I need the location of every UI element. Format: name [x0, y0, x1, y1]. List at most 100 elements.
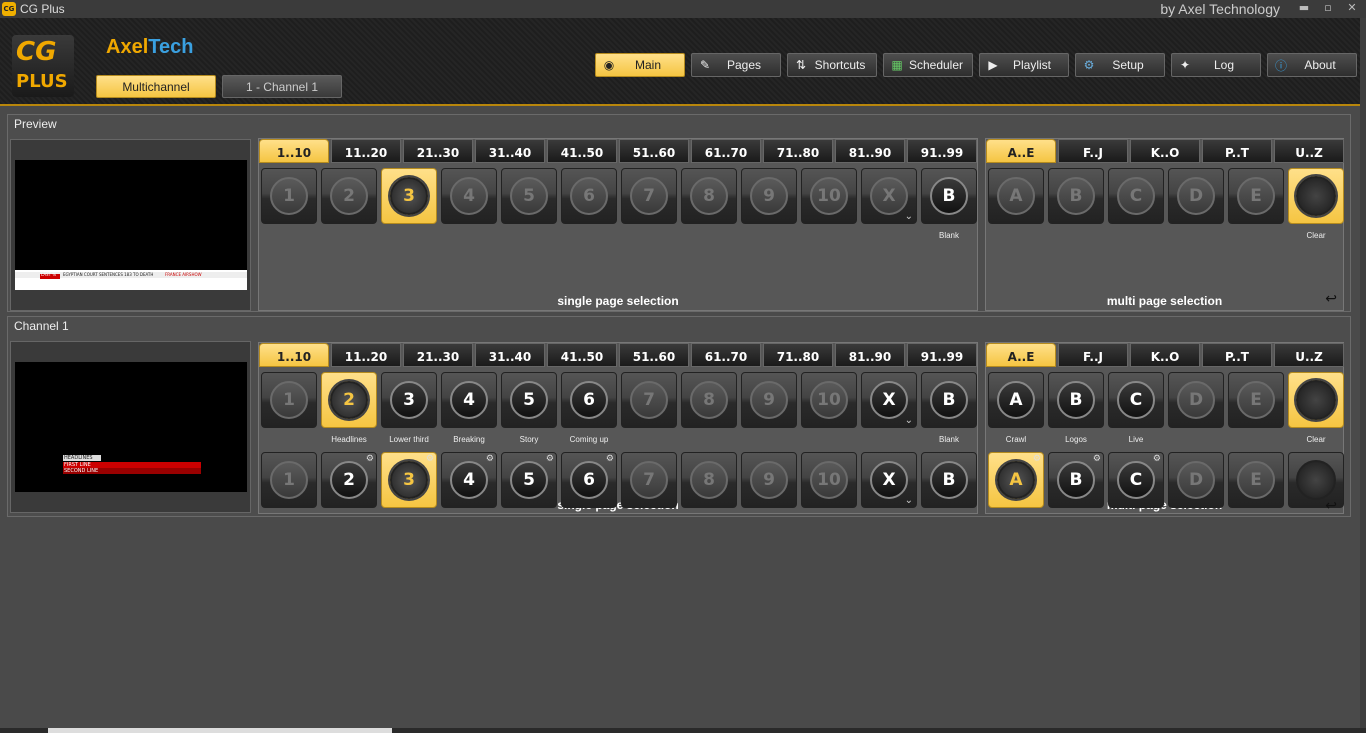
- back-arrow-icon[interactable]: ↩: [1325, 291, 1337, 307]
- page-key-10[interactable]: 10: [801, 372, 857, 428]
- page-key-8[interactable]: 8: [681, 168, 737, 224]
- page-key-7[interactable]: 7: [621, 372, 677, 428]
- page-key-1[interactable]: 1: [261, 372, 317, 428]
- page-key-d[interactable]: D: [1168, 452, 1224, 508]
- page-key-9[interactable]: 9: [741, 372, 797, 428]
- tab-51--60[interactable]: 51..60: [619, 343, 689, 367]
- tab-71--80[interactable]: 71..80: [763, 139, 833, 163]
- nav-playlist-button[interactable]: ▶ Playlist: [979, 53, 1069, 77]
- tab-91--99[interactable]: 91..99: [907, 343, 977, 367]
- tab-61--70[interactable]: 61..70: [691, 139, 761, 163]
- tab-k--o[interactable]: K..O: [1130, 343, 1200, 367]
- tab-21--30[interactable]: 21..30: [403, 343, 473, 367]
- page-key-d[interactable]: D: [1168, 372, 1224, 428]
- tab-u--z[interactable]: U..Z: [1274, 139, 1344, 163]
- horizontal-scrollbar[interactable]: [0, 728, 1366, 733]
- page-key-6[interactable]: 6: [561, 168, 617, 224]
- page-key-e[interactable]: E: [1228, 452, 1284, 508]
- page-key-b[interactable]: B: [921, 452, 977, 508]
- tab-81--90[interactable]: 81..90: [835, 139, 905, 163]
- tab-channel-1[interactable]: 1 - Channel 1: [222, 75, 342, 98]
- page-key-b[interactable]: B ⚙: [1048, 452, 1104, 508]
- tab-41--50[interactable]: 41..50: [547, 139, 617, 163]
- tab-51--60[interactable]: 51..60: [619, 139, 689, 163]
- tab-f--j[interactable]: F..J: [1058, 139, 1128, 163]
- page-key-7[interactable]: 7: [621, 168, 677, 224]
- page-key-2[interactable]: 2: [321, 168, 377, 224]
- page-key-3[interactable]: 3: [381, 168, 437, 224]
- nav-shortcuts-button[interactable]: ⇅ Shortcuts: [787, 53, 877, 77]
- tab-61--70[interactable]: 61..70: [691, 343, 761, 367]
- page-key-b[interactable]: B: [1048, 168, 1104, 224]
- close-button[interactable]: ✕: [1344, 0, 1360, 16]
- page-key-8[interactable]: 8: [681, 452, 737, 508]
- tab-31--40[interactable]: 31..40: [475, 343, 545, 367]
- page-key-4[interactable]: 4: [441, 372, 497, 428]
- vertical-scrollbar[interactable]: [1360, 18, 1366, 728]
- page-key-1[interactable]: 1: [261, 452, 317, 508]
- tab-1--10[interactable]: 1..10: [259, 343, 329, 367]
- page-key-9[interactable]: 9: [741, 168, 797, 224]
- page-key-6[interactable]: 6: [561, 372, 617, 428]
- tab-41--50[interactable]: 41..50: [547, 343, 617, 367]
- page-key-7[interactable]: 7: [621, 452, 677, 508]
- nav-log-button[interactable]: ✦ Log: [1171, 53, 1261, 77]
- tab-a--e[interactable]: A..E: [986, 343, 1056, 367]
- tab-1--10[interactable]: 1..10: [259, 139, 329, 163]
- tab-11--20[interactable]: 11..20: [331, 343, 401, 367]
- page-key-c[interactable]: C: [1108, 372, 1164, 428]
- page-key-b[interactable]: B: [921, 372, 977, 428]
- nav-pages-button[interactable]: ✎ Pages: [691, 53, 781, 77]
- tab-u--z[interactable]: U..Z: [1274, 343, 1344, 367]
- page-key-e[interactable]: E: [1228, 168, 1284, 224]
- page-key-8[interactable]: 8: [681, 372, 737, 428]
- tab-21--30[interactable]: 21..30: [403, 139, 473, 163]
- tab-a--e[interactable]: A..E: [986, 139, 1056, 163]
- page-key-5[interactable]: 5 ⚙: [501, 452, 557, 508]
- tab-p--t[interactable]: P..T: [1202, 139, 1272, 163]
- page-key-a[interactable]: A ⚙: [988, 452, 1044, 508]
- page-key-d[interactable]: D: [1168, 168, 1224, 224]
- page-key-3[interactable]: 3 ⚙: [381, 452, 437, 508]
- tab-multichannel[interactable]: Multichannel: [96, 75, 216, 98]
- minimize-button[interactable]: ▬: [1296, 0, 1312, 16]
- page-key-6[interactable]: 6 ⚙: [561, 452, 617, 508]
- page-key-clear[interactable]: [1288, 372, 1344, 428]
- page-key-x[interactable]: X ⌄: [861, 168, 917, 224]
- nav-main-button[interactable]: ◉ Main: [595, 53, 685, 77]
- page-key-e[interactable]: E: [1228, 372, 1284, 428]
- page-key-9[interactable]: 9: [741, 452, 797, 508]
- tab-71--80[interactable]: 71..80: [763, 343, 833, 367]
- page-key-b[interactable]: B: [1048, 372, 1104, 428]
- tab-f--j[interactable]: F..J: [1058, 343, 1128, 367]
- tab-81--90[interactable]: 81..90: [835, 343, 905, 367]
- nav-about-button[interactable]: ⓘ About: [1267, 53, 1357, 77]
- tab-11--20[interactable]: 11..20: [331, 139, 401, 163]
- tab-31--40[interactable]: 31..40: [475, 139, 545, 163]
- tab-91--99[interactable]: 91..99: [907, 139, 977, 163]
- tab-p--t[interactable]: P..T: [1202, 343, 1272, 367]
- page-key-x[interactable]: X ⌄: [861, 372, 917, 428]
- page-key-3[interactable]: 3: [381, 372, 437, 428]
- page-key-1[interactable]: 1: [261, 168, 317, 224]
- page-key-10[interactable]: 10: [801, 452, 857, 508]
- page-key-2[interactable]: 2 ⚙: [321, 452, 377, 508]
- back-arrow-icon[interactable]: ↩: [1325, 498, 1337, 514]
- page-key-5[interactable]: 5: [501, 168, 557, 224]
- nav-scheduler-button[interactable]: ▦ Scheduler: [883, 53, 973, 77]
- page-key-2[interactable]: 2: [321, 372, 377, 428]
- page-key-10[interactable]: 10: [801, 168, 857, 224]
- nav-setup-button[interactable]: ⚙ Setup: [1075, 53, 1165, 77]
- page-key-c[interactable]: C ⚙: [1108, 452, 1164, 508]
- page-key-b[interactable]: B: [921, 168, 977, 224]
- page-key-x[interactable]: X ⌄: [861, 452, 917, 508]
- page-key-5[interactable]: 5: [501, 372, 557, 428]
- page-key-c[interactable]: C: [1108, 168, 1164, 224]
- page-key-clear[interactable]: [1288, 168, 1344, 224]
- tab-k--o[interactable]: K..O: [1130, 139, 1200, 163]
- page-key-a[interactable]: A: [988, 168, 1044, 224]
- page-key-4[interactable]: 4 ⚙: [441, 452, 497, 508]
- page-key-4[interactable]: 4: [441, 168, 497, 224]
- page-key-a[interactable]: A: [988, 372, 1044, 428]
- restore-button[interactable]: ▫: [1320, 0, 1336, 16]
